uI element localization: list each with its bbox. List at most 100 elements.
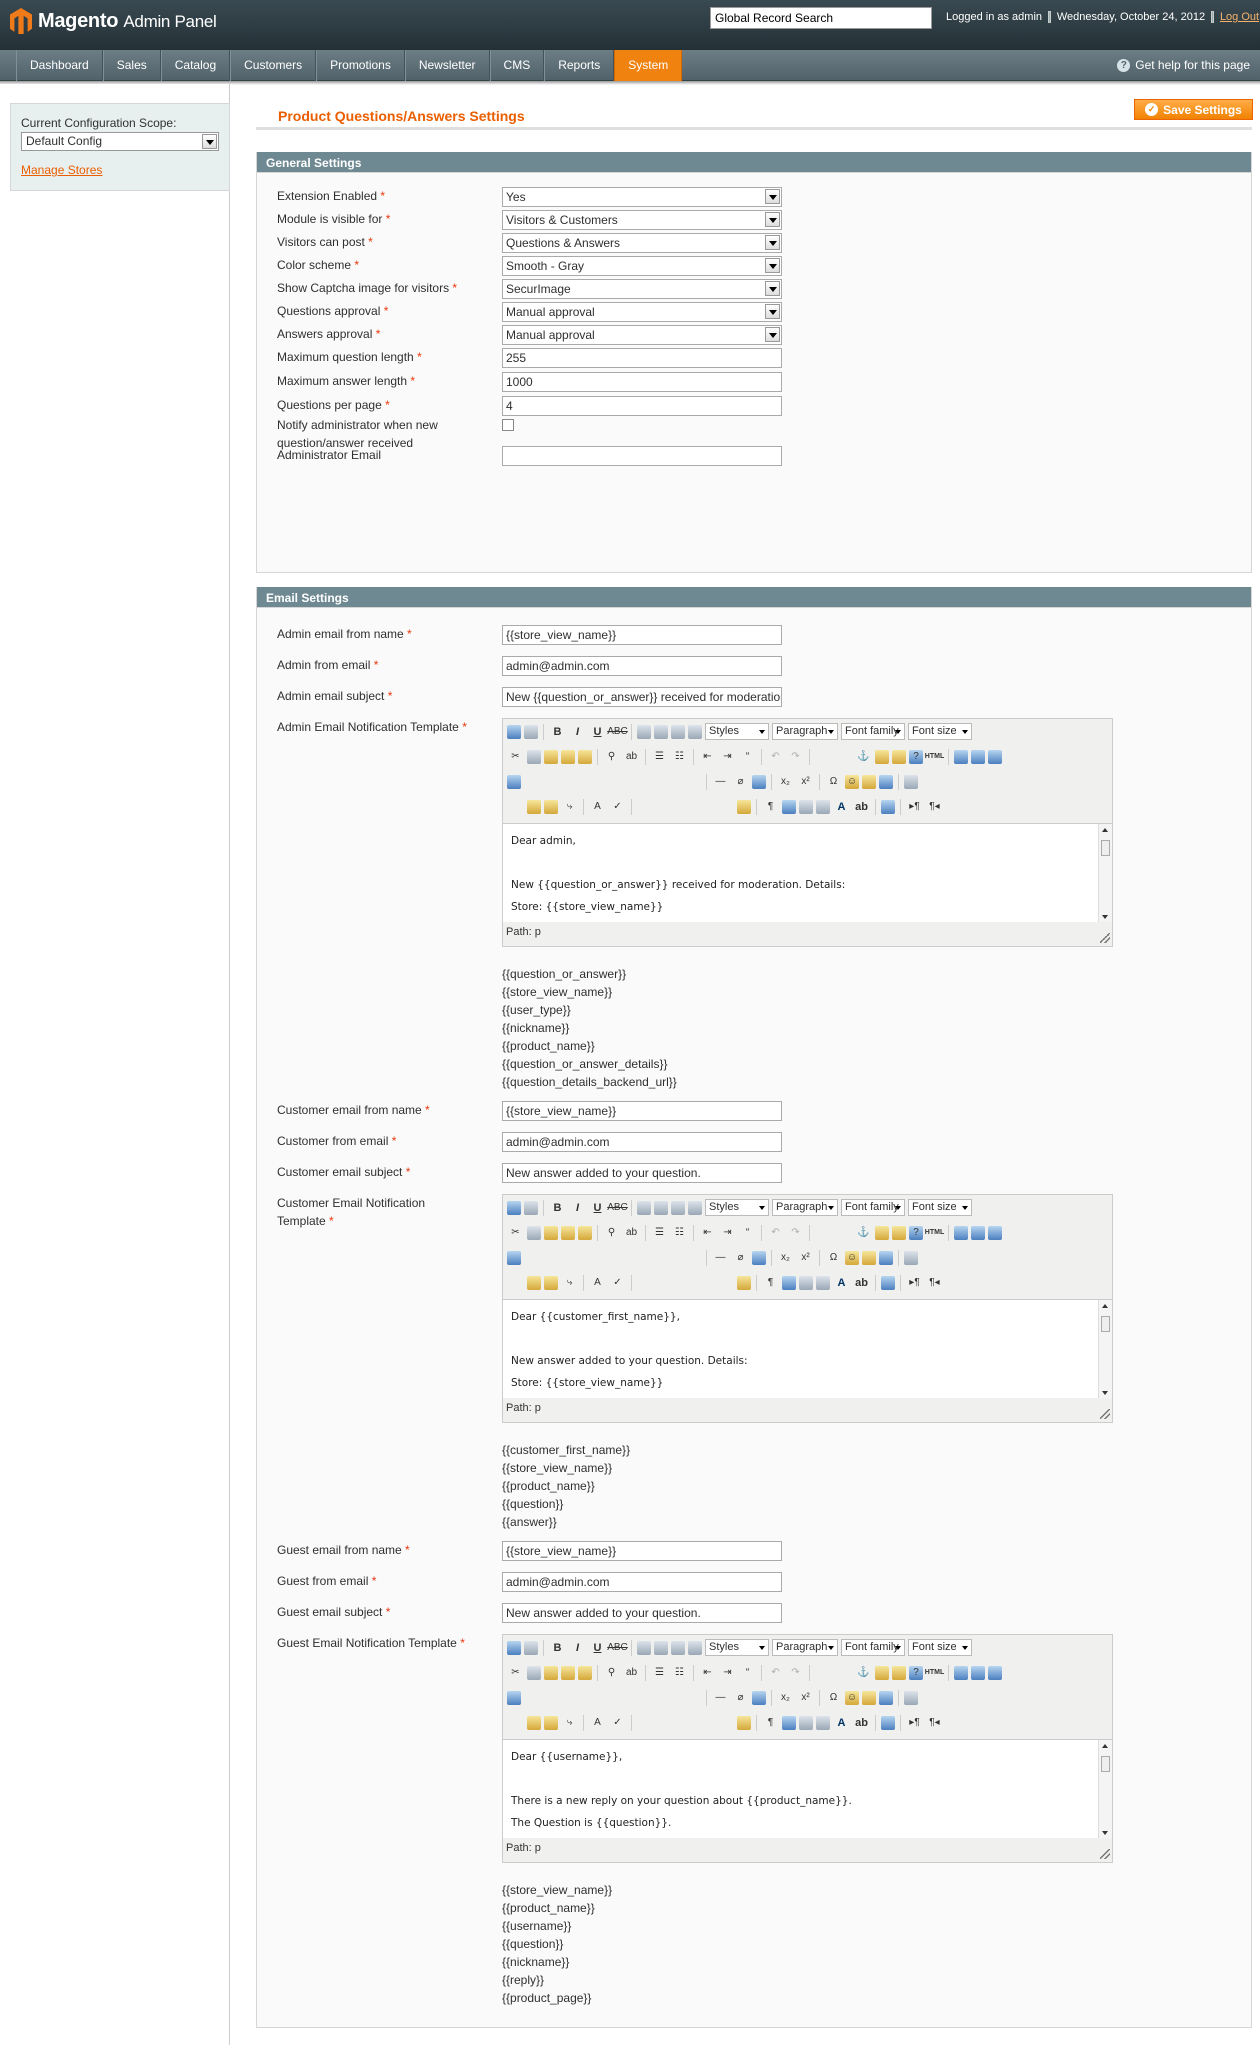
paste-word-icon[interactable]	[578, 1225, 592, 1240]
del-icon[interactable]	[697, 1714, 714, 1731]
paragraph-select[interactable]: Paragraph	[772, 1199, 838, 1216]
unlink-icon[interactable]	[835, 1224, 852, 1241]
logout-link[interactable]: Log Out	[1220, 11, 1259, 23]
edit-icon[interactable]	[507, 1690, 521, 1705]
email-settings-header[interactable]: Email Settings	[257, 587, 1251, 608]
delete-col-icon[interactable]	[644, 1249, 661, 1266]
forecolor-icon[interactable]: A	[833, 1714, 850, 1731]
cell-props-icon[interactable]	[564, 1689, 581, 1706]
hr-icon[interactable]: —	[712, 1249, 729, 1266]
attribs-icon[interactable]	[737, 799, 751, 814]
rtl-icon[interactable]: ¶◂	[926, 1274, 943, 1291]
align-right-icon[interactable]	[671, 1640, 685, 1655]
visual-aid-icon[interactable]	[752, 1690, 766, 1705]
font-size-select[interactable]: Font size	[908, 723, 972, 740]
charmap-icon[interactable]: Ω	[825, 1249, 842, 1266]
subscript-icon[interactable]: x₂	[777, 1689, 794, 1706]
emotions-icon[interactable]: ☺	[845, 1690, 859, 1705]
anchor-icon[interactable]: ⚓	[855, 748, 872, 765]
guest-email-subject-input[interactable]: New answer added to your question.	[502, 1603, 782, 1623]
widget-icon[interactable]	[881, 1715, 895, 1730]
media-icon[interactable]	[862, 1690, 876, 1705]
bullet-list-icon[interactable]: ☰	[651, 1664, 668, 1681]
paste-text-icon[interactable]	[561, 1225, 575, 1240]
emotions-icon[interactable]: ☺	[845, 774, 859, 789]
advhr-icon[interactable]	[879, 1250, 893, 1265]
help-icon[interactable]: ?	[909, 1665, 923, 1680]
image-icon[interactable]	[875, 749, 889, 764]
widget-icon[interactable]	[881, 799, 895, 814]
font-size-select[interactable]: Font size	[908, 1199, 972, 1216]
preview-icon[interactable]	[988, 1665, 1002, 1680]
pilcrow-icon[interactable]: ¶	[762, 798, 779, 815]
edit-icon[interactable]	[507, 774, 521, 789]
visual-chars-icon[interactable]	[816, 1715, 830, 1730]
superscript-icon[interactable]: x²	[797, 773, 814, 790]
module-is-visible-for-select[interactable]: Visitors & Customers	[502, 210, 782, 230]
help-icon[interactable]: ?	[909, 1225, 923, 1240]
customer-from-email-input[interactable]: admin@admin.com	[502, 1132, 782, 1152]
insert-date-icon[interactable]	[954, 1665, 968, 1680]
acronym-icon[interactable]	[677, 1274, 694, 1291]
editor-content[interactable]: Dear {{username}}, There is a new reply o…	[503, 1739, 1112, 1838]
styleprops-icon[interactable]: A	[589, 798, 606, 815]
admin-email-notification-template-editor[interactable]: B I U ABC Styles Paragraph Font family Font siz…	[502, 718, 1113, 947]
new-document-icon[interactable]	[524, 1640, 538, 1655]
underline-icon[interactable]: U	[589, 1199, 606, 1216]
paste-text-icon[interactable]	[561, 749, 575, 764]
bullet-list-icon[interactable]: ☰	[651, 748, 668, 765]
link-icon[interactable]	[815, 748, 832, 765]
resize-handle-icon[interactable]	[1100, 1849, 1110, 1859]
guest-from-email-input[interactable]: admin@admin.com	[502, 1572, 782, 1592]
editor-scrollbar[interactable]	[1098, 824, 1112, 922]
undo-icon[interactable]: ↶	[767, 748, 784, 765]
merge-cells-icon[interactable]	[684, 773, 701, 790]
merge-cells-icon[interactable]	[684, 1689, 701, 1706]
underline-icon[interactable]: U	[589, 1639, 606, 1656]
manage-stores-link[interactable]: Manage Stores	[21, 163, 219, 177]
spellcheck-icon[interactable]: ✓	[609, 1274, 626, 1291]
numbered-list-icon[interactable]: ☷	[671, 1224, 688, 1241]
delete-row-icon[interactable]	[604, 773, 621, 790]
new-document-icon[interactable]	[524, 724, 538, 739]
row-props-icon[interactable]	[544, 1689, 561, 1706]
ins-icon[interactable]	[717, 1274, 734, 1291]
align-left-icon[interactable]	[637, 1200, 651, 1215]
outdent-icon[interactable]: ⇤	[699, 1664, 716, 1681]
editor-scrollbar[interactable]	[1098, 1740, 1112, 1838]
numbered-list-icon[interactable]: ☷	[671, 1664, 688, 1681]
visual-aid-icon[interactable]	[752, 774, 766, 789]
admin-from-email-input[interactable]: admin@admin.com	[502, 656, 782, 676]
editor-content[interactable]: Dear {{customer_first_name}}, New answer …	[503, 1299, 1112, 1398]
paste-icon[interactable]	[544, 1665, 558, 1680]
new-document-icon[interactable]	[524, 1200, 538, 1215]
nav-item-sales[interactable]: Sales	[102, 50, 161, 81]
save-icon[interactable]	[507, 724, 521, 739]
ins-icon[interactable]	[717, 1714, 734, 1731]
scope-select[interactable]: Default Config	[21, 132, 219, 151]
save-icon[interactable]	[507, 1200, 521, 1215]
abbr-icon[interactable]	[657, 1274, 674, 1291]
bold-icon[interactable]: B	[549, 1199, 566, 1216]
acronym-icon[interactable]	[677, 798, 694, 815]
nonbreaking-icon[interactable]	[782, 799, 796, 814]
redo-icon[interactable]: ↷	[787, 1224, 804, 1241]
print-icon[interactable]	[904, 1250, 918, 1265]
delete-row-icon[interactable]	[604, 1689, 621, 1706]
color-scheme-select[interactable]: Smooth - Gray	[502, 256, 782, 276]
image-icon[interactable]	[875, 1225, 889, 1240]
edit-icon[interactable]	[507, 1250, 521, 1265]
spellcheck-icon[interactable]: ✓	[609, 798, 626, 815]
cleanup-icon[interactable]	[892, 749, 906, 764]
remove-format-icon[interactable]: ⌀	[732, 773, 749, 790]
html-icon[interactable]: HTML	[925, 1664, 944, 1681]
template-icon[interactable]	[527, 799, 541, 814]
maximum-question-length-input[interactable]: 255	[502, 348, 782, 368]
italic-icon[interactable]: I	[569, 1199, 586, 1216]
backcolor-icon[interactable]: ab	[853, 1714, 870, 1731]
administrator-email-input[interactable]	[502, 446, 782, 466]
table-icon[interactable]	[524, 1249, 541, 1266]
align-center-icon[interactable]	[654, 1200, 668, 1215]
advhr-icon[interactable]	[879, 1690, 893, 1705]
magento-logo[interactable]: Magento Admin Panel	[10, 8, 217, 34]
